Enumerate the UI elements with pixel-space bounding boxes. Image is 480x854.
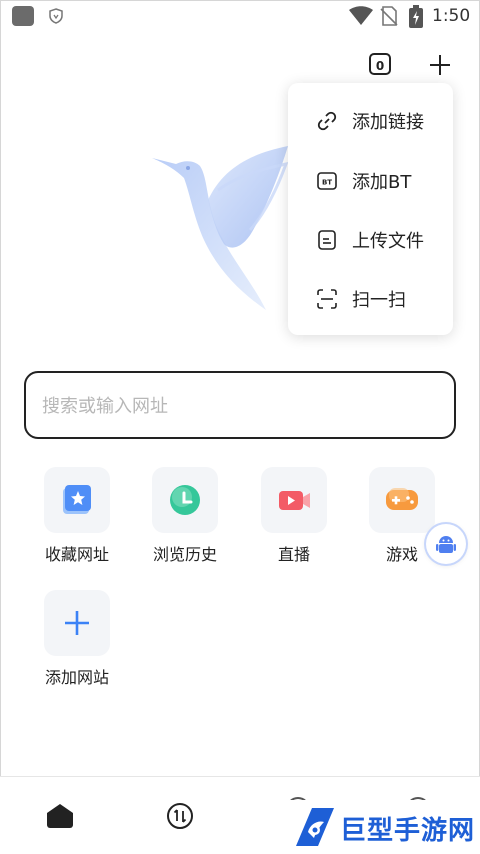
- star-bookmark-icon: [63, 485, 91, 514]
- battery-icon: [409, 5, 423, 28]
- add-menu-popup: 添加链接 BT 添加BT 上传文件 扫一扫: [288, 83, 453, 335]
- app-notification-icon: [12, 6, 34, 26]
- shortcut-tile[interactable]: [44, 590, 110, 656]
- shortcut-tile[interactable]: [261, 467, 327, 533]
- menu-item-upload-file[interactable]: 上传文件: [288, 218, 453, 262]
- menu-item-label: 上传文件: [352, 231, 424, 252]
- shortcut-add-site[interactable]: 添加网站: [32, 590, 122, 700]
- menu-item-label: 添加BT: [352, 172, 412, 193]
- bt-icon: BT: [316, 170, 338, 192]
- add-icon[interactable]: [428, 53, 452, 77]
- transfer-icon[interactable]: [166, 802, 194, 830]
- menu-item-add-bt[interactable]: BT 添加BT: [288, 159, 453, 203]
- shortcut-history[interactable]: 浏览历史: [140, 467, 230, 577]
- menu-item-label: 添加链接: [352, 112, 424, 133]
- shortcut-live[interactable]: 直播: [249, 467, 339, 577]
- status-time: 1:50: [432, 6, 471, 26]
- gamepad-icon: [386, 488, 418, 510]
- search-input[interactable]: [40, 387, 424, 425]
- shortcut-label: 直播: [277, 545, 310, 564]
- shortcut-label: 浏览历史: [152, 545, 217, 564]
- watermark-logo: [296, 808, 334, 846]
- floating-assistant-button[interactable]: [426, 524, 466, 564]
- hummingbird-illustration: [152, 146, 289, 310]
- svg-text:BT: BT: [322, 179, 332, 187]
- link-icon: [316, 110, 338, 132]
- clock-icon: [170, 485, 200, 515]
- tab-count-button[interactable]: 0: [369, 53, 391, 75]
- scan-icon: [316, 288, 338, 310]
- no-sim-icon: [380, 6, 398, 26]
- home-icon[interactable]: [46, 803, 74, 829]
- file-icon: [316, 229, 338, 251]
- shortcut-bookmarks[interactable]: 收藏网址: [32, 467, 122, 577]
- search-box[interactable]: [24, 371, 456, 439]
- android-robot-icon: [436, 536, 456, 553]
- menu-item-scan[interactable]: 扫一扫: [288, 277, 453, 321]
- watermark-text: 巨型手游网: [340, 816, 476, 846]
- shortcut-label: 添加网站: [44, 668, 109, 687]
- shortcut-tile[interactable]: [152, 467, 218, 533]
- plus-icon: [65, 611, 89, 635]
- shortcut-label: 收藏网址: [44, 545, 109, 564]
- wifi-icon: [349, 6, 373, 25]
- shortcut-games[interactable]: 游戏: [357, 467, 447, 577]
- shortcut-tile[interactable]: [44, 467, 110, 533]
- status-bar: 1:50: [0, 0, 480, 34]
- shield-icon: [49, 8, 63, 24]
- menu-item-label: 扫一扫: [352, 290, 406, 311]
- video-icon: [279, 491, 310, 510]
- watermark: 巨型手游网: [284, 800, 480, 853]
- menu-item-add-link[interactable]: 添加链接: [288, 99, 453, 143]
- shortcut-tile[interactable]: [369, 467, 435, 533]
